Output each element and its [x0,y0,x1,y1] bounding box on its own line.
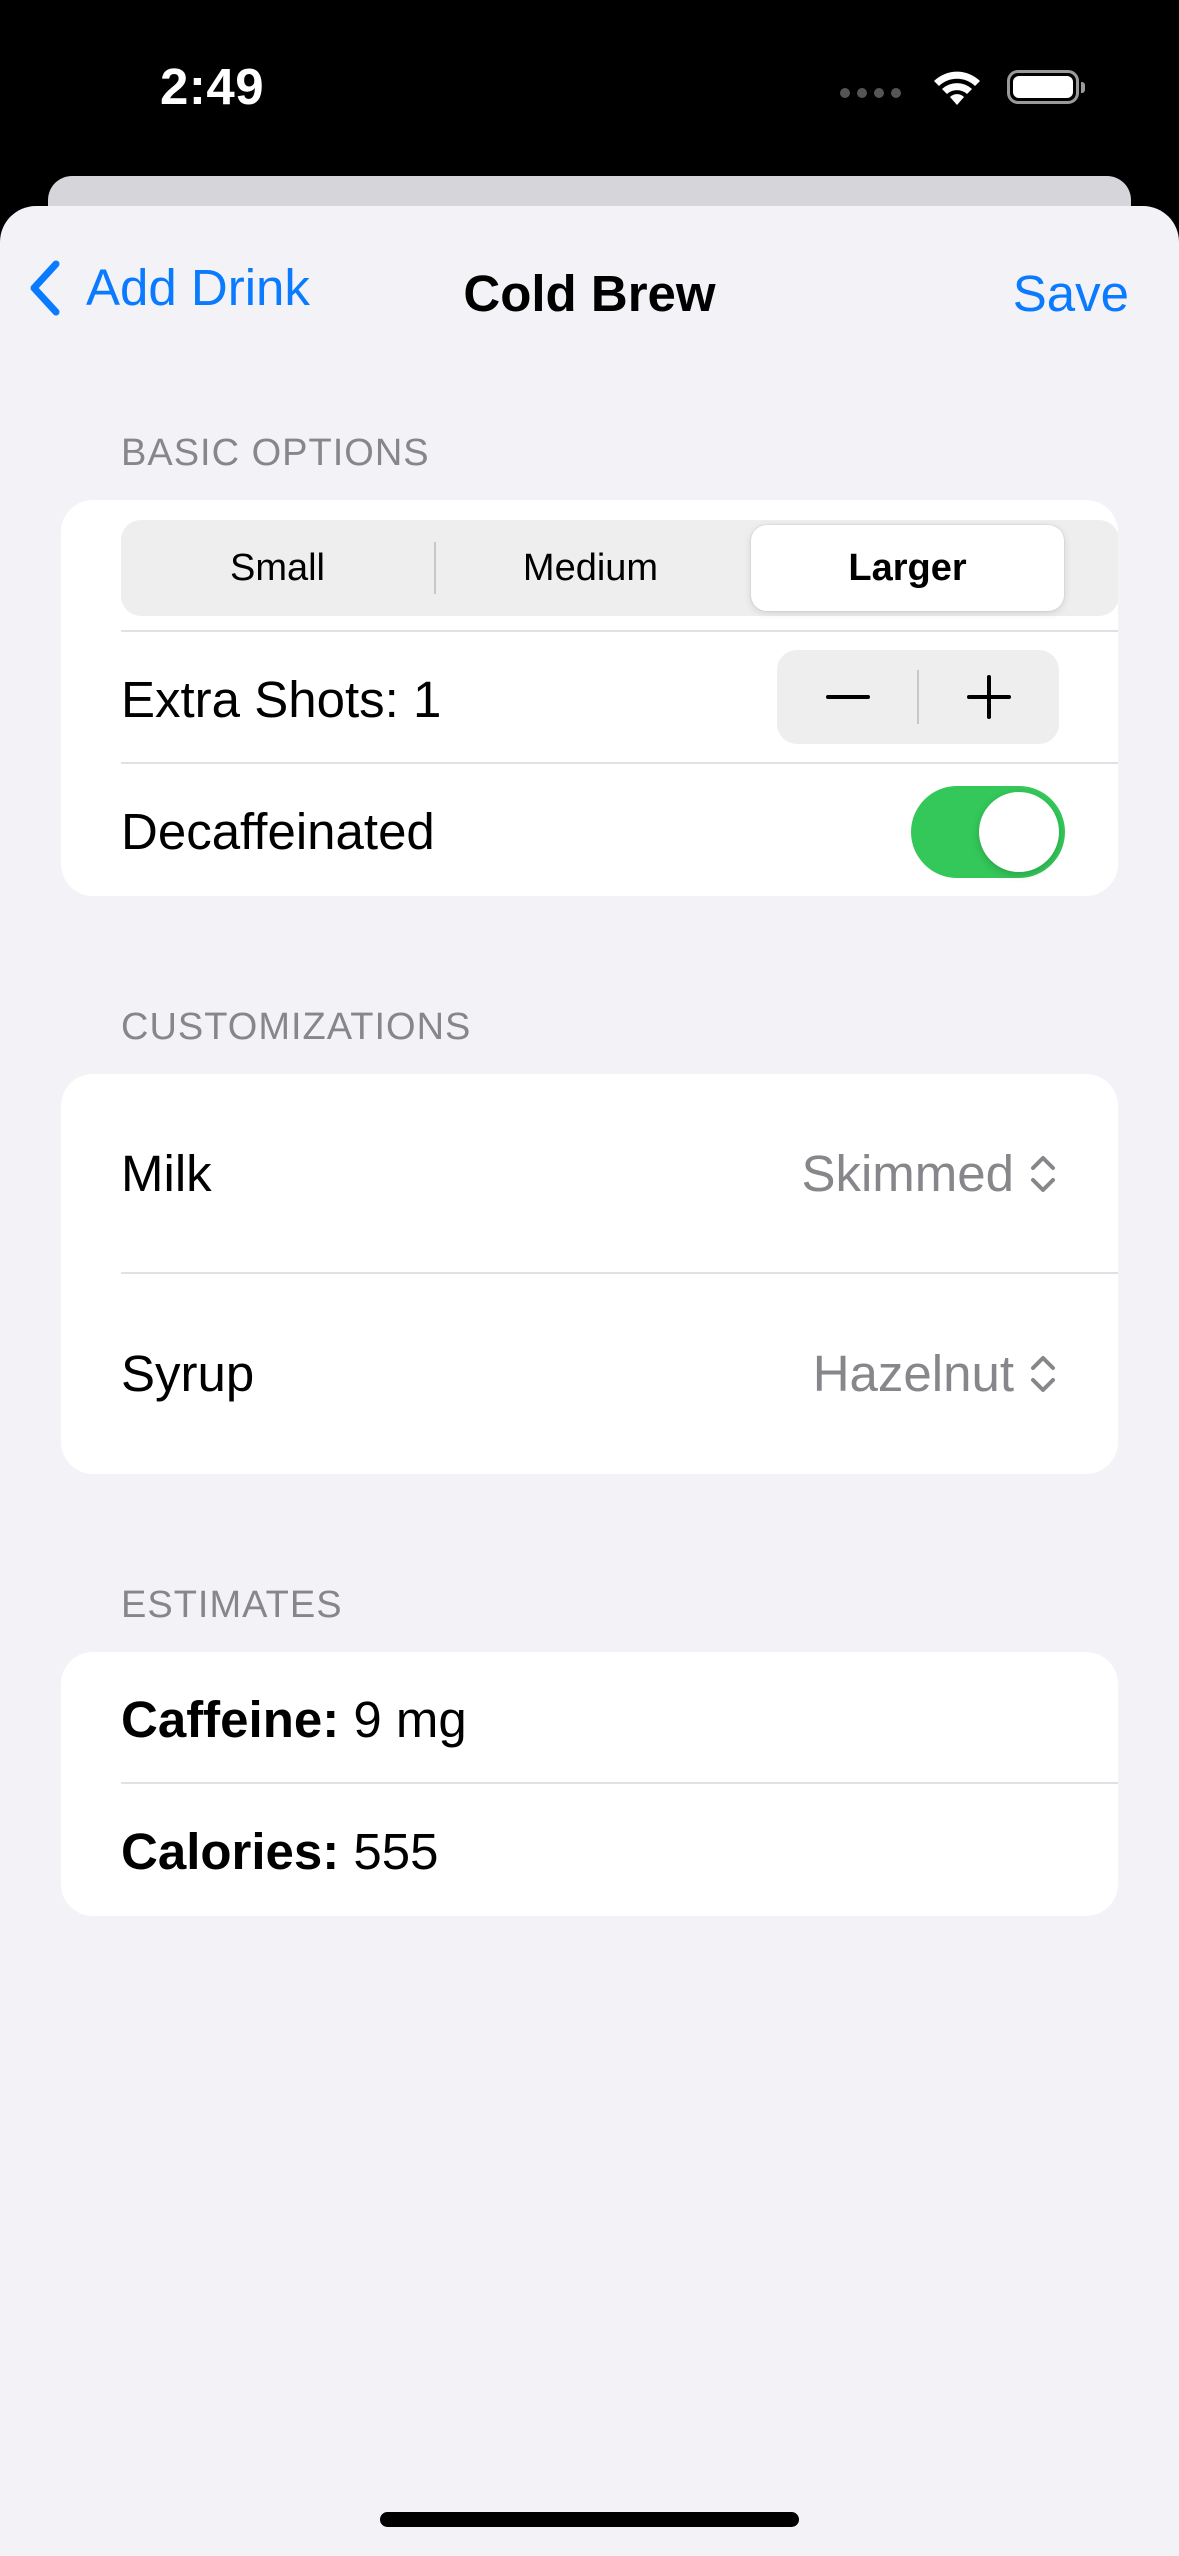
size-option-larger[interactable]: Larger [751,525,1064,611]
decaf-label: Decaffeinated [121,803,435,860]
caffeine-row: Caffeine: 9 mg [61,1652,1118,1782]
calories-row: Calories: 555 [61,1784,1118,1916]
extra-shots-label: Extra Shots: 1 [121,671,442,728]
cellular-dots-icon [840,88,901,98]
home-indicator[interactable] [380,2512,799,2527]
milk-picker[interactable]: Skimmed [801,1144,1058,1203]
navigation-bar: Add Drink Cold Brew Save [0,206,1179,376]
customizations-card: Milk Skimmed Syrup Hazelnut [61,1074,1118,1474]
milk-row[interactable]: Milk Skimmed [61,1074,1118,1272]
save-button[interactable]: Save [1013,264,1129,323]
basic-options-header: BASIC OPTIONS [121,432,430,474]
estimates-card: Caffeine: 9 mg Calories: 555 [61,1652,1118,1916]
extra-shots-row: Extra Shots: 1 [61,632,1118,762]
decaf-toggle[interactable] [911,786,1065,878]
toggle-knob [979,792,1059,872]
chevron-up-down-icon [1031,1155,1055,1192]
minus-icon [825,695,870,699]
decaf-row: Decaffeinated [61,764,1118,896]
extra-shots-stepper [777,650,1059,744]
chevron-up-down-icon [1031,1355,1055,1392]
caffeine-estimate: Caffeine: 9 mg [121,1690,467,1749]
size-row: Small Medium Larger [61,500,1118,630]
milk-label: Milk [121,1145,212,1202]
caffeine-value: 9 mg [353,1691,467,1748]
syrup-label: Syrup [121,1345,255,1402]
calories-label: Calories: [121,1823,340,1880]
size-option-small[interactable]: Small [121,520,434,616]
drink-sheet: Add Drink Cold Brew Save BASIC OPTIONS S… [0,206,1179,2556]
size-option-medium[interactable]: Medium [434,520,747,616]
decrement-button[interactable] [777,650,918,744]
battery-icon [1007,70,1085,104]
milk-value: Skimmed [801,1145,1014,1202]
syrup-picker[interactable]: Hazelnut [813,1344,1058,1403]
customizations-header: CUSTOMIZATIONS [121,1006,472,1048]
estimates-header: ESTIMATES [121,1584,343,1626]
calories-value: 555 [353,1823,439,1880]
status-icons [840,66,1085,108]
calories-estimate: Calories: 555 [121,1822,439,1881]
plus-icon [966,675,1011,719]
increment-button[interactable] [918,650,1059,744]
wifi-icon [934,71,980,105]
basic-options-card: Small Medium Larger Extra Shots: 1 Decaf… [61,500,1118,896]
caffeine-label: Caffeine: [121,1691,340,1748]
status-time: 2:49 [160,58,265,115]
syrup-value: Hazelnut [812,1345,1014,1402]
page-title: Cold Brew [463,265,716,322]
syrup-row[interactable]: Syrup Hazelnut [61,1274,1118,1474]
size-segmented-control[interactable]: Small Medium Larger [121,520,1118,616]
status-bar: 2:49 [0,0,1179,178]
